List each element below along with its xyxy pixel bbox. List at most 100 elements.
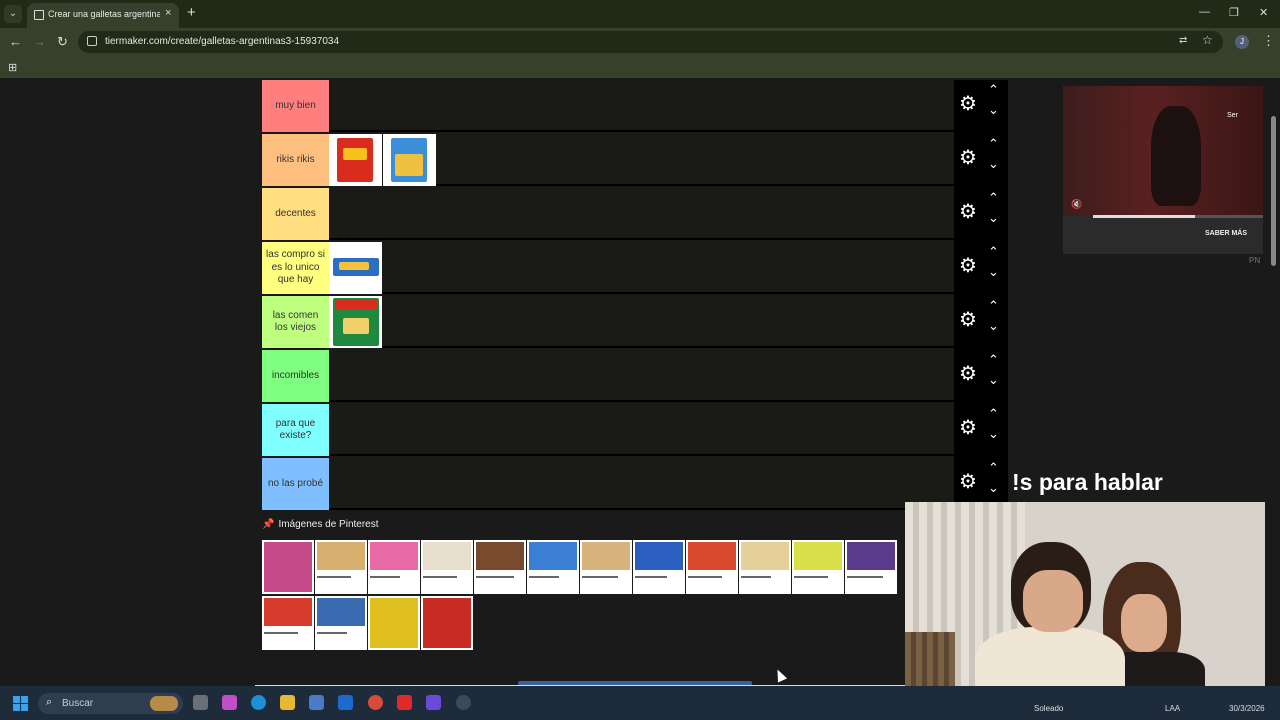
tier-label[interactable]: incomibles: [262, 350, 329, 402]
pinterest-image[interactable]: [262, 596, 314, 650]
chevron-up-icon[interactable]: ⌃: [988, 136, 999, 152]
back-icon[interactable]: ←: [9, 34, 22, 49]
gear-icon[interactable]: ⚙: [959, 253, 977, 278]
gear-icon[interactable]: ⚙: [959, 199, 977, 224]
tier-label[interactable]: no las probé: [262, 458, 329, 510]
pinterest-image[interactable]: [527, 540, 579, 594]
chrome-icon[interactable]: [368, 695, 383, 710]
edge-icon[interactable]: [251, 695, 266, 710]
video-ad[interactable]: Ser 🔇 SABER MÁS: [1063, 86, 1263, 254]
weather-text[interactable]: Soleado: [1034, 704, 1063, 713]
gear-icon[interactable]: ⚙: [959, 415, 977, 440]
tier-item-kesitas[interactable]: [383, 134, 436, 186]
chevron-up-icon[interactable]: ⌃: [988, 406, 999, 422]
profile-avatar[interactable]: J: [1235, 35, 1249, 49]
address-bar[interactable]: tiermaker.com/create/galletas-argentinas…: [78, 31, 1223, 53]
pinterest-image[interactable]: [262, 540, 314, 594]
tier-drop-zone[interactable]: [329, 458, 954, 510]
chevron-up-icon[interactable]: ⌃: [988, 82, 999, 98]
pinterest-image[interactable]: [739, 540, 791, 594]
gear-icon[interactable]: ⚙: [959, 361, 977, 386]
gear-icon[interactable]: ⚙: [959, 469, 977, 494]
tier-drop-zone[interactable]: [329, 242, 954, 294]
pinterest-image[interactable]: [686, 540, 738, 594]
pinterest-image[interactable]: [421, 596, 473, 650]
tier-drop-zone[interactable]: [329, 80, 954, 132]
chevron-up-icon[interactable]: ⌃: [988, 298, 999, 314]
chevron-down-icon[interactable]: ⌄: [988, 264, 999, 280]
chevron-down-icon[interactable]: ⌄: [988, 318, 999, 334]
chevron-up-icon[interactable]: ⌃: [988, 352, 999, 368]
address-toolbar: ← → ↻ tiermaker.com/create/galletas-arge…: [0, 28, 1280, 56]
tier-item-rex[interactable]: [329, 134, 382, 186]
mute-icon[interactable]: 🔇: [1071, 199, 1082, 210]
copilot-icon[interactable]: [222, 695, 237, 710]
browser-tab[interactable]: Crear una galletas argentinas3 ×: [27, 3, 179, 28]
pinterest-image[interactable]: [633, 540, 685, 594]
restore-icon[interactable]: ❐: [1229, 6, 1239, 19]
taskbar-search[interactable]: ⌕ Buscar: [38, 693, 183, 714]
store-icon[interactable]: [309, 695, 324, 710]
chevron-up-icon[interactable]: ⌃: [988, 190, 999, 206]
pinterest-image[interactable]: [845, 540, 897, 594]
tier-label[interactable]: para que existe?: [262, 404, 329, 456]
tier-label[interactable]: decentes: [262, 188, 329, 240]
tier-item-terrabusi[interactable]: [329, 296, 382, 348]
pinterest-image[interactable]: [315, 596, 367, 650]
reload-icon[interactable]: ↻: [57, 34, 68, 50]
tier-label[interactable]: las comen los viejos: [262, 296, 329, 348]
windows-start-icon[interactable]: [13, 696, 28, 711]
translate-icon[interactable]: ⇄: [1179, 35, 1187, 46]
teams-icon[interactable]: [426, 695, 441, 710]
chevron-down-icon[interactable]: ⌄: [988, 156, 999, 172]
obs-icon[interactable]: [456, 695, 471, 710]
gear-icon[interactable]: ⚙: [959, 307, 977, 332]
vertical-scrollbar[interactable]: [1271, 116, 1276, 266]
tier-drop-zone[interactable]: [329, 134, 954, 186]
pinterest-image[interactable]: [580, 540, 632, 594]
ad-video[interactable]: Ser 🔇: [1063, 86, 1263, 216]
task-view-icon[interactable]: [193, 695, 208, 710]
minimize-icon[interactable]: —: [1199, 6, 1210, 18]
tier-item-portenitas[interactable]: [329, 242, 382, 294]
pinterest-image[interactable]: [368, 596, 420, 650]
menu-kebab-icon[interactable]: ⋮: [1262, 33, 1275, 49]
forward-icon[interactable]: →: [33, 34, 46, 49]
chevron-up-icon[interactable]: ⌃: [988, 244, 999, 260]
gear-icon[interactable]: ⚙: [959, 91, 977, 116]
pinterest-image[interactable]: [421, 540, 473, 594]
tier-drop-zone[interactable]: [329, 188, 954, 240]
gear-icon[interactable]: ⚙: [959, 145, 977, 170]
tab-search-button[interactable]: ⌄: [4, 5, 22, 23]
tier-label[interactable]: rikis rikis: [262, 134, 329, 186]
chevron-up-icon[interactable]: ⌃: [988, 460, 999, 476]
chevron-down-icon[interactable]: ⌄: [988, 480, 999, 496]
tier-drop-zone[interactable]: [329, 404, 954, 456]
site-info-icon[interactable]: [87, 36, 97, 46]
outlook-icon[interactable]: [338, 695, 353, 710]
chevron-down-icon[interactable]: ⌄: [988, 372, 999, 388]
file-explorer-icon[interactable]: [280, 695, 295, 710]
close-window-icon[interactable]: ✕: [1259, 6, 1268, 19]
bookmark-star-icon[interactable]: ☆: [1202, 33, 1213, 47]
youtube-icon[interactable]: [397, 695, 412, 710]
date-text[interactable]: 30/3/2026: [1229, 704, 1265, 713]
tier-drop-zone[interactable]: [329, 350, 954, 402]
url-text[interactable]: tiermaker.com/create/galletas-argentinas…: [105, 36, 339, 47]
tab-close-icon[interactable]: ×: [165, 7, 171, 19]
chevron-down-icon[interactable]: ⌄: [988, 210, 999, 226]
chevron-down-icon[interactable]: ⌄: [988, 426, 999, 442]
tier-label[interactable]: las compro si es lo unico que hay: [262, 242, 329, 294]
chevron-down-icon[interactable]: ⌄: [988, 102, 999, 118]
pinterest-image[interactable]: [368, 540, 420, 594]
pinterest-image[interactable]: [792, 540, 844, 594]
tier-row-rikis-rikis: rikis rikis ⚙ ⌃ ⌄: [262, 134, 1008, 188]
new-tab-button[interactable]: +: [187, 4, 196, 21]
keyboard-language[interactable]: LAA: [1165, 704, 1180, 713]
pinterest-image[interactable]: [474, 540, 526, 594]
pinterest-image[interactable]: [315, 540, 367, 594]
ad-cta-button[interactable]: SABER MÁS: [1205, 230, 1247, 237]
tier-drop-zone[interactable]: [329, 296, 954, 348]
tier-label[interactable]: muy bien: [262, 80, 329, 132]
apps-grid-icon[interactable]: ⊞: [8, 61, 17, 74]
